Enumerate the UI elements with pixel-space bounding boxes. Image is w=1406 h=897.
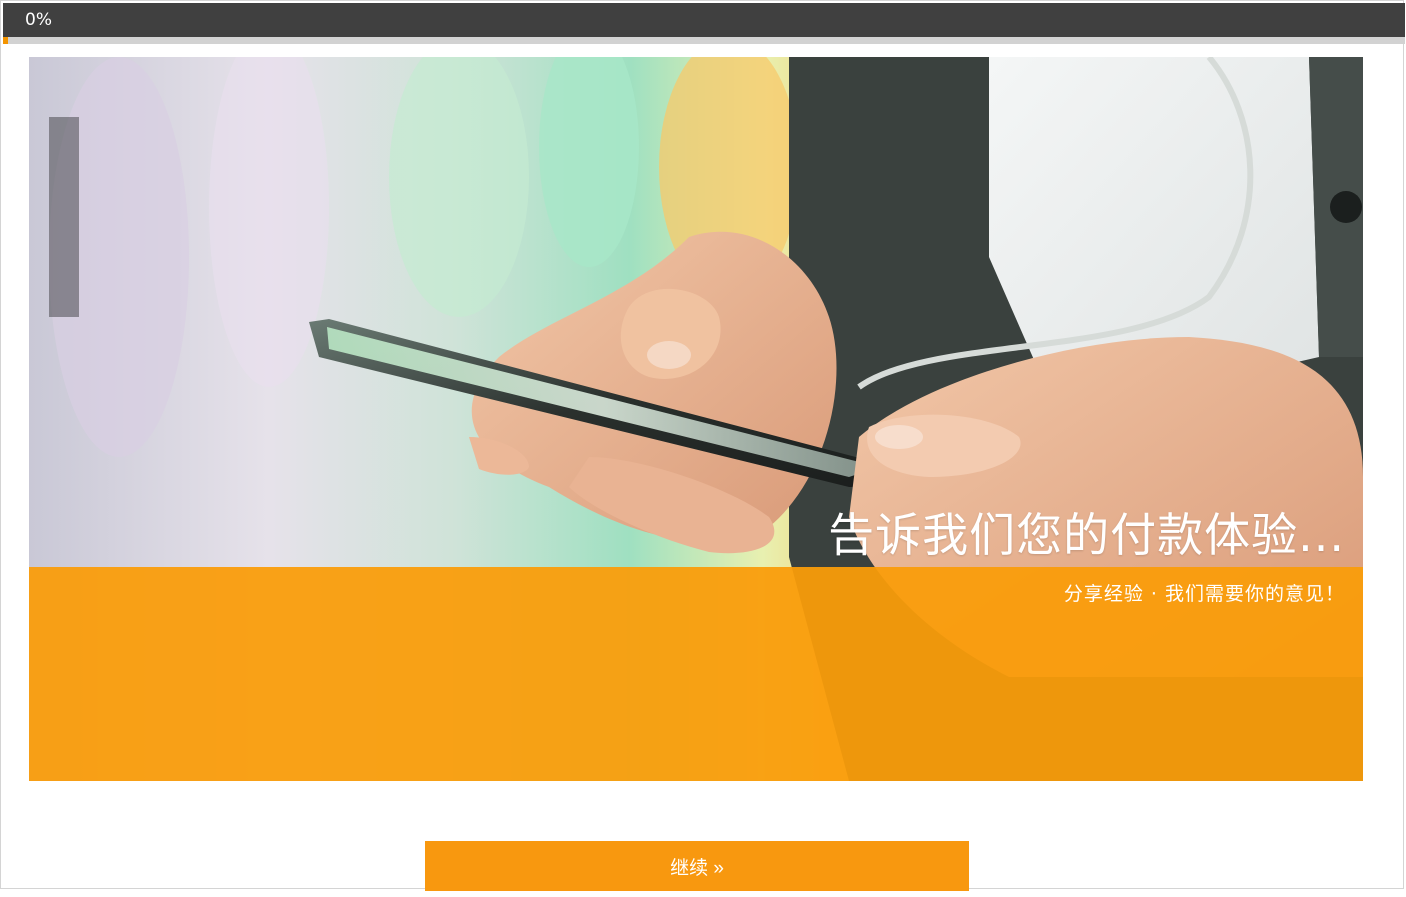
hero-banner: 告诉我们您的付款体验... 分享经验 · 我们需要你的意见！ — [29, 57, 1363, 781]
progress-bar-fill — [3, 37, 8, 44]
progress-percent: 0% — [25, 10, 52, 30]
survey-page: 0% 告诉我们您的付款体验... 分享经验 · 我们需要你的意见！ 继续 » — [0, 0, 1405, 891]
continue-button[interactable]: 继续 » — [425, 841, 969, 891]
progress-header: 0% — [3, 3, 1405, 37]
hero-title: 告诉我们您的付款体验... — [828, 508, 1345, 562]
hero-subtitle: 分享经验 · 我们需要你的意见！ — [1063, 583, 1345, 605]
progress-bar — [3, 37, 1405, 44]
